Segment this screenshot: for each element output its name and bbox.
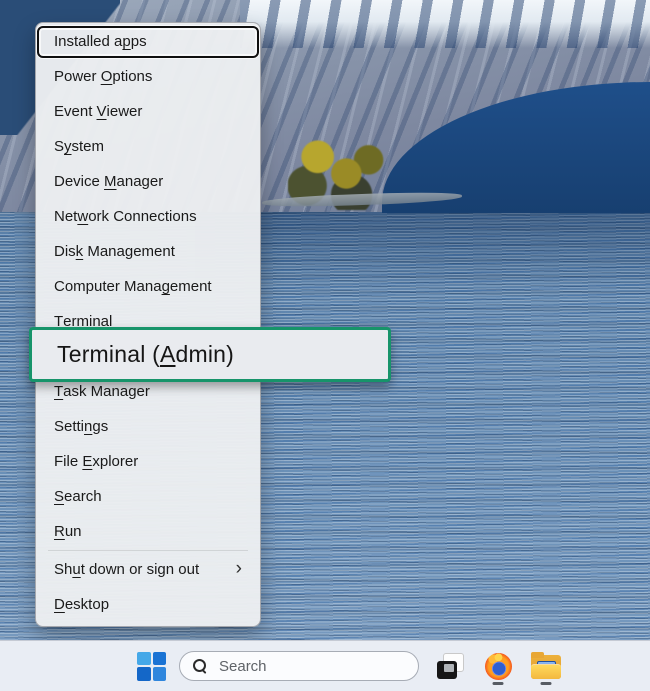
menu-item-label: Net (54, 208, 77, 225)
menu-item-label: ement (170, 278, 212, 295)
menu-item-device-manager[interactable]: Device Manager (36, 164, 260, 199)
mountain-snow-cap (240, 0, 650, 48)
task-view-button[interactable] (435, 651, 466, 682)
menu-item-file-explorer[interactable]: File Explorer (36, 444, 260, 479)
accelerator-key: y (64, 138, 72, 155)
menu-item-label: ptions (112, 68, 152, 85)
menu-item-label: esktop (65, 596, 109, 613)
folder-icon (531, 653, 561, 679)
accelerator-key: k (76, 243, 84, 260)
menu-item-event-viewer[interactable]: Event Viewer (36, 94, 260, 129)
firefox-icon (485, 653, 512, 680)
windows-logo-icon (137, 652, 166, 681)
start-button[interactable] (137, 652, 166, 681)
accelerator-key: E (82, 453, 92, 470)
firefox-button[interactable] (484, 652, 512, 680)
taskbar (0, 640, 650, 691)
accelerator-key: g (162, 278, 170, 295)
menu-item-label: Device (54, 173, 104, 190)
accelerator-key: T (54, 383, 63, 400)
accelerator-key: u (72, 561, 80, 578)
menu-item-label: stem (72, 138, 105, 155)
menu-item-label: gs (92, 418, 108, 435)
menu-item-run[interactable]: Run (36, 514, 260, 549)
search-icon (192, 658, 208, 674)
menu-item-shutdown[interactable]: Shut down or sign out › (36, 552, 260, 587)
menu-item-label: t down or sign out (81, 561, 199, 578)
menu-separator (48, 550, 248, 551)
menu-item-network-connections[interactable]: Network Connections (36, 199, 260, 234)
accelerator-key: R (54, 523, 65, 540)
winx-context-menu: Installed apps Power Options Event Viewe… (35, 22, 261, 627)
callout-accelerator-key: A (160, 341, 176, 368)
taskbar-icon-row (137, 641, 561, 691)
desktop-screen: Installed apps Power Options Event Viewe… (0, 0, 650, 691)
menu-item-label: S (54, 138, 64, 155)
menu-item-label: Dis (54, 243, 76, 260)
taskbar-search[interactable] (179, 651, 419, 681)
accelerator-key: M (104, 173, 117, 190)
menu-item-label: anager (117, 173, 164, 190)
menu-item-label: ps (131, 33, 147, 50)
terminal-admin-highlight-callout[interactable]: Terminal (Admin) (29, 327, 391, 382)
menu-item-settings[interactable]: Settings (36, 409, 260, 444)
callout-label: dmin) (176, 341, 235, 368)
menu-item-label: Installed a (54, 33, 122, 50)
menu-item-label: Event (54, 103, 97, 120)
menu-item-disk-management[interactable]: Disk Management (36, 234, 260, 269)
menu-item-label: Sh (54, 561, 72, 578)
accelerator-key: D (54, 596, 65, 613)
running-indicator (541, 682, 552, 685)
menu-item-label: Computer Mana (54, 278, 162, 295)
callout-label: Terminal ( (57, 341, 160, 368)
menu-item-label: xplorer (92, 453, 138, 470)
file-explorer-button[interactable] (531, 653, 561, 680)
accelerator-key: w (77, 208, 88, 225)
menu-item-label: earch (64, 488, 102, 505)
running-indicator (493, 682, 504, 685)
menu-item-search[interactable]: Search (36, 479, 260, 514)
menu-item-desktop[interactable]: Desktop (36, 587, 260, 622)
menu-item-label: Power (54, 68, 101, 85)
menu-item-label: Setti (54, 418, 84, 435)
menu-item-label: ask Manager (63, 383, 150, 400)
menu-item-label: iewer (107, 103, 143, 120)
menu-item-label: un (65, 523, 82, 540)
menu-item-label: ork Connections (88, 208, 196, 225)
search-input[interactable] (217, 657, 406, 676)
menu-item-label: Management (83, 243, 175, 260)
accelerator-key: V (97, 103, 107, 120)
menu-item-label: File (54, 453, 82, 470)
accelerator-key: p (122, 33, 130, 50)
window-switcher-front (437, 661, 457, 679)
menu-item-power-options[interactable]: Power Options (36, 59, 260, 94)
menu-item-system[interactable]: System (36, 129, 260, 164)
accelerator-key: n (84, 418, 92, 435)
submenu-chevron-icon: › (236, 559, 242, 578)
accelerator-key: O (101, 68, 113, 85)
accelerator-key: S (54, 488, 64, 505)
menu-item-installed-apps[interactable]: Installed apps (36, 24, 260, 59)
menu-item-computer-management[interactable]: Computer Management (36, 269, 260, 304)
